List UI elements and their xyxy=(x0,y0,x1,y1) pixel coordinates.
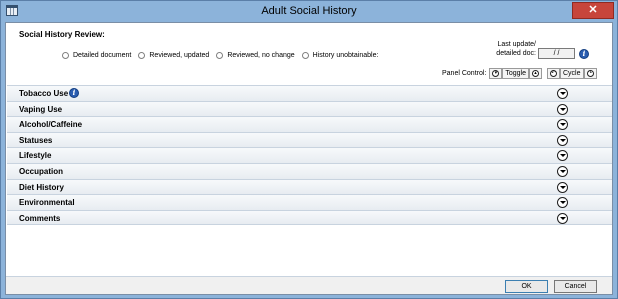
section-label: Diet History xyxy=(19,182,64,192)
chevron-down-icon[interactable] xyxy=(557,88,568,99)
section-label: Statuses xyxy=(19,135,53,145)
radio-circle[interactable] xyxy=(216,51,224,59)
radio-detailed-document[interactable]: Detailed document xyxy=(62,51,132,59)
window-title: Adult Social History xyxy=(261,5,357,17)
chevron-down-icon[interactable] xyxy=(557,119,568,131)
section-occupation[interactable]: Occupation xyxy=(7,162,612,179)
section-alcohol-caffeine[interactable]: Alcohol/Caffeine xyxy=(7,116,612,132)
radio-circle[interactable] xyxy=(301,51,309,59)
info-icon[interactable]: i xyxy=(579,49,589,59)
cycle-back-button[interactable]: ↶ xyxy=(547,68,560,79)
toggle-button[interactable]: Toggle xyxy=(502,68,529,79)
section-label: Vaping Use xyxy=(19,104,63,114)
section-label: Lifestyle xyxy=(19,151,52,161)
panel-control: Panel Control: ▾ Toggle ▴ ↶ Cycle ↷ xyxy=(442,68,597,79)
section-diet-history[interactable]: Diet History xyxy=(7,178,612,195)
chevron-up-icon: ▴ xyxy=(532,70,539,77)
chevron-down-icon[interactable] xyxy=(557,212,568,224)
radio-label: Reviewed, updated xyxy=(149,51,210,59)
section-label: Alcohol/Caffeine xyxy=(19,120,83,130)
section-statuses[interactable]: Statuses xyxy=(7,131,612,148)
radio-reviewed-no-change[interactable]: Reviewed, no change xyxy=(216,51,295,59)
section-list: Tobacco Use i Vaping Use Alcohol/Caffein… xyxy=(7,85,612,226)
section-vaping-use[interactable]: Vaping Use xyxy=(7,100,612,117)
toggle-expand-button[interactable]: ▾ xyxy=(489,68,503,79)
chevron-down-icon[interactable] xyxy=(557,165,568,177)
section-comments[interactable]: Comments xyxy=(7,209,612,226)
toggle-collapse-button[interactable]: ▴ xyxy=(529,68,542,79)
last-update-label: Last update/ detailed doc: xyxy=(490,40,536,58)
review-header: Social History Review: xyxy=(19,30,105,39)
chevron-down-icon[interactable] xyxy=(557,103,568,115)
radio-circle[interactable] xyxy=(62,51,69,59)
radio-history-unobtainable[interactable]: History unobtainable: xyxy=(301,51,379,59)
radio-label: History unobtainable: xyxy=(312,51,379,59)
rotate-right-icon: ↷ xyxy=(586,70,594,77)
review-radio-group: Detailed document Reviewed, updated Revi… xyxy=(62,50,385,60)
section-label: Comments xyxy=(19,213,61,223)
close-button[interactable]: ✕ xyxy=(572,2,614,19)
info-icon[interactable]: i xyxy=(69,88,79,98)
cycle-forward-button[interactable]: ↷ xyxy=(583,68,597,79)
chevron-down-icon[interactable] xyxy=(557,197,568,209)
section-tobacco-use[interactable]: Tobacco Use i xyxy=(7,85,612,101)
radio-reviewed-updated[interactable]: Reviewed, updated xyxy=(138,51,210,59)
last-update-label-line2: detailed doc: xyxy=(496,50,536,57)
chevron-down-icon: ▾ xyxy=(492,70,500,77)
radio-label: Detailed document xyxy=(73,51,132,59)
dialog-window: Adult Social History ✕ Social History Re… xyxy=(0,0,618,299)
section-label: Tobacco Use xyxy=(19,89,69,98)
cycle-button[interactable]: Cycle xyxy=(560,68,584,79)
section-environmental[interactable]: Environmental xyxy=(7,194,612,210)
cancel-button[interactable]: Cancel xyxy=(554,280,597,293)
panel-control-label: Panel Control: xyxy=(442,70,487,77)
chevron-down-icon[interactable] xyxy=(557,181,568,193)
title-bar[interactable]: Adult Social History ✕ xyxy=(1,1,617,22)
section-label: Environmental xyxy=(19,198,75,208)
chevron-down-icon[interactable] xyxy=(557,134,568,146)
last-update-date-field[interactable]: / / xyxy=(538,48,575,59)
dialog-content: Social History Review: Detailed document… xyxy=(5,22,613,295)
rotate-left-icon: ↶ xyxy=(550,70,557,77)
chevron-down-icon[interactable] xyxy=(557,150,568,162)
radio-label: Reviewed, no change xyxy=(227,51,295,59)
ok-button[interactable]: OK xyxy=(505,280,548,293)
section-lifestyle[interactable]: Lifestyle xyxy=(7,147,612,163)
last-update-label-line1: Last update/ xyxy=(497,41,536,48)
dialog-footer: OK Cancel xyxy=(6,276,612,294)
radio-circle[interactable] xyxy=(138,51,146,59)
section-label: Occupation xyxy=(19,166,64,176)
